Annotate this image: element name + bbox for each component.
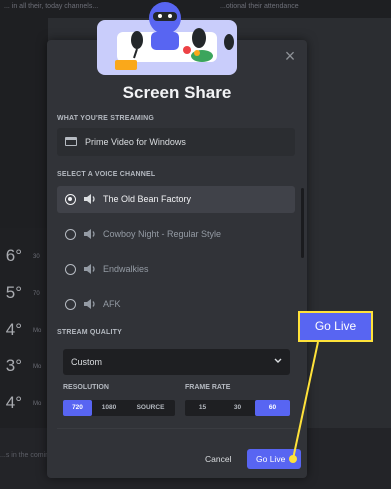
background-temp-label: 70 (33, 291, 40, 297)
voice-channel-name: Endwalkies (103, 264, 149, 274)
screen-share-modal: × Screen Share WHAT YOU'RE STREAMING Pri… (47, 2, 307, 478)
frame-rate-label: FRAME RATE (185, 384, 231, 391)
close-icon[interactable]: × (282, 47, 298, 65)
speaker-icon (84, 194, 95, 204)
resolution-segmented-control: 720 1080 SOURCE (63, 400, 175, 416)
frame-rate-option-60[interactable]: 60 (255, 400, 290, 416)
resolution-option-source[interactable]: SOURCE (126, 400, 175, 416)
background-temp-label: Mo (33, 328, 42, 334)
radio-icon[interactable] (65, 229, 76, 240)
resolution-option-1080[interactable]: 1080 (92, 400, 126, 416)
resolution-option-720[interactable]: 720 (63, 400, 92, 416)
background-temp: 3° (5, 356, 22, 375)
frame-rate-option-30[interactable]: 30 (220, 400, 255, 416)
background-panel (0, 18, 48, 228)
stream-quality-value: Custom (71, 357, 103, 367)
radio-icon[interactable] (65, 264, 76, 275)
resolution-label: RESOLUTION (63, 384, 109, 391)
background-temp: 4° (5, 393, 22, 412)
voice-channel-option[interactable]: AFK (57, 291, 295, 318)
stream-quality-select[interactable]: Custom (63, 349, 290, 375)
background-temp: 6° (5, 246, 22, 265)
background-temp-label: Mo (33, 401, 42, 407)
streaming-source-name: Prime Video for Windows (85, 137, 186, 147)
footer-divider (57, 428, 297, 429)
speaker-icon (84, 299, 95, 309)
voice-channel-option[interactable]: The Old Bean Factory (57, 186, 295, 213)
hero-illustration (97, 2, 237, 75)
streaming-source[interactable]: Prime Video for Windows (57, 128, 295, 156)
background-temp: 5° (5, 283, 22, 302)
frame-rate-option-15[interactable]: 15 (185, 400, 220, 416)
window-icon (65, 137, 77, 146)
go-live-callout: Go Live (298, 311, 373, 342)
background-temp-label: Mo (33, 364, 42, 370)
streaming-section-label: WHAT YOU'RE STREAMING (57, 115, 154, 122)
speaker-icon (84, 229, 95, 239)
cancel-button[interactable]: Cancel (205, 454, 231, 464)
chevron-down-icon (274, 358, 282, 363)
frame-rate-segmented-control: 15 30 60 (185, 400, 290, 416)
background-temp-label: 30 (33, 254, 40, 260)
modal-title: Screen Share (122, 83, 232, 102)
voice-channel-section-label: SELECT A VOICE CHANNEL (57, 171, 156, 178)
background-right-panel (306, 18, 391, 428)
voice-channel-option[interactable]: Endwalkies (57, 256, 295, 283)
radio-selected-icon[interactable] (65, 194, 76, 205)
channel-list-scrollbar[interactable] (301, 188, 304, 258)
go-live-button[interactable]: Go Live (247, 449, 301, 469)
background-weather-strip: 6° 30 5° 70 4° Mo 3° Mo 4° Mo (0, 228, 48, 428)
voice-channel-name: The Old Bean Factory (103, 194, 192, 204)
voice-channel-name: AFK (103, 299, 121, 309)
voice-channel-option[interactable]: Cowboy Night - Regular Style (57, 221, 295, 248)
background-temp: 4° (5, 320, 22, 339)
radio-icon[interactable] (65, 299, 76, 310)
speaker-icon (84, 264, 95, 274)
stream-quality-section-label: STREAM QUALITY (57, 329, 123, 336)
voice-channel-name: Cowboy Night - Regular Style (103, 229, 222, 239)
